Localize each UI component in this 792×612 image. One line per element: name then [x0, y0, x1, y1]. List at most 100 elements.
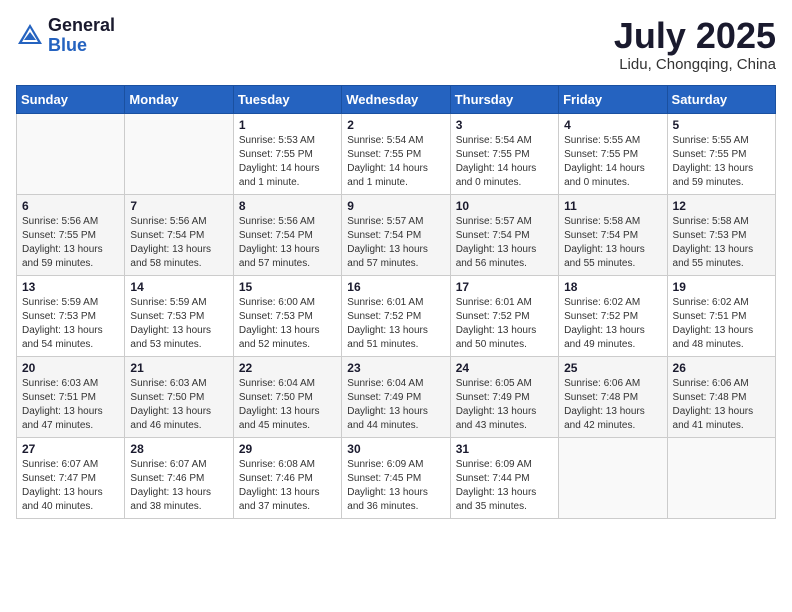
calendar-cell: 7 Sunrise: 5:56 AM Sunset: 7:54 PM Daylig… [125, 194, 233, 275]
weekday-header-wednesday: Wednesday [342, 85, 450, 113]
day-number: 7 [130, 199, 227, 213]
day-info: Sunrise: 5:56 AM Sunset: 7:54 PM Dayligh… [130, 215, 227, 271]
location-text: Lidu, Chongqing, China [614, 56, 776, 73]
day-info: Sunrise: 6:03 AM Sunset: 7:51 PM Dayligh… [22, 377, 119, 433]
week-row-3: 13 Sunrise: 5:59 AM Sunset: 7:53 PM Dayli… [17, 275, 776, 356]
month-title: July 2025 [614, 16, 776, 56]
weekday-header-monday: Monday [125, 85, 233, 113]
day-info: Sunrise: 6:04 AM Sunset: 7:49 PM Dayligh… [347, 377, 444, 433]
calendar-cell: 30 Sunrise: 6:09 AM Sunset: 7:45 PM Dayli… [342, 437, 450, 518]
calendar-cell: 28 Sunrise: 6:07 AM Sunset: 7:46 PM Dayli… [125, 437, 233, 518]
calendar-cell: 16Sunrise: 6:01 AM Sunset: 7:52 PM Dayli… [342, 275, 450, 356]
calendar-body: 1 Sunrise: 5:53 AM Sunset: 7:55 PM Daylig… [17, 113, 776, 518]
day-info: Sunrise: 6:04 AM Sunset: 7:50 PM Dayligh… [239, 377, 336, 433]
calendar-header: SundayMondayTuesdayWednesdayThursdayFrid… [17, 85, 776, 113]
day-number: 5 [673, 118, 770, 132]
weekday-header-saturday: Saturday [667, 85, 775, 113]
day-number: 30 [347, 442, 444, 456]
day-info: Sunrise: 6:07 AM Sunset: 7:46 PM Dayligh… [130, 458, 227, 514]
weekday-header-sunday: Sunday [17, 85, 125, 113]
day-number: 21 [130, 361, 227, 375]
day-info: Sunrise: 5:56 AM Sunset: 7:54 PM Dayligh… [239, 215, 336, 271]
day-info: Sunrise: 6:09 AM Sunset: 7:44 PM Dayligh… [456, 458, 553, 514]
day-info: Sunrise: 5:59 AM Sunset: 7:53 PM Dayligh… [22, 296, 119, 352]
day-number: 13 [22, 280, 119, 294]
calendar-cell: 13 Sunrise: 5:59 AM Sunset: 7:53 PM Dayli… [17, 275, 125, 356]
calendar-cell: 5 Sunrise: 5:55 AM Sunset: 7:55 PM Daylig… [667, 113, 775, 194]
day-number: 20 [22, 361, 119, 375]
day-number: 19 [673, 280, 770, 294]
day-number: 11 [564, 199, 661, 213]
calendar-cell: 14 Sunrise: 5:59 AM Sunset: 7:53 PM Dayli… [125, 275, 233, 356]
calendar-cell: 20 Sunrise: 6:03 AM Sunset: 7:51 PM Dayli… [17, 356, 125, 437]
day-info: Sunrise: 6:08 AM Sunset: 7:46 PM Dayligh… [239, 458, 336, 514]
day-number: 1 [239, 118, 336, 132]
calendar-cell: 4Sunrise: 5:55 AM Sunset: 7:55 PM Daylig… [559, 113, 667, 194]
calendar-cell: 27 Sunrise: 6:07 AM Sunset: 7:47 PM Dayli… [17, 437, 125, 518]
day-info: Sunrise: 6:03 AM Sunset: 7:50 PM Dayligh… [130, 377, 227, 433]
week-row-4: 20 Sunrise: 6:03 AM Sunset: 7:51 PM Dayli… [17, 356, 776, 437]
calendar-table: SundayMondayTuesdayWednesdayThursdayFrid… [16, 85, 776, 519]
logo-text: General Blue [48, 16, 115, 56]
day-number: 27 [22, 442, 119, 456]
day-info: Sunrise: 6:09 AM Sunset: 7:45 PM Dayligh… [347, 458, 444, 514]
week-row-5: 27 Sunrise: 6:07 AM Sunset: 7:47 PM Dayli… [17, 437, 776, 518]
weekday-header-thursday: Thursday [450, 85, 558, 113]
day-info: Sunrise: 6:06 AM Sunset: 7:48 PM Dayligh… [564, 377, 661, 433]
day-number: 28 [130, 442, 227, 456]
calendar-cell: 10 Sunrise: 5:57 AM Sunset: 7:54 PM Dayli… [450, 194, 558, 275]
day-info: Sunrise: 5:54 AM Sunset: 7:55 PM Dayligh… [456, 134, 553, 190]
day-number: 10 [456, 199, 553, 213]
logo: General Blue [16, 16, 115, 56]
day-info: Sunrise: 5:54 AM Sunset: 7:55 PM Dayligh… [347, 134, 444, 190]
day-info: Sunrise: 6:07 AM Sunset: 7:47 PM Dayligh… [22, 458, 119, 514]
calendar-cell: 8 Sunrise: 5:56 AM Sunset: 7:54 PM Daylig… [233, 194, 341, 275]
weekday-header-tuesday: Tuesday [233, 85, 341, 113]
day-number: 22 [239, 361, 336, 375]
calendar-cell: 22 Sunrise: 6:04 AM Sunset: 7:50 PM Dayli… [233, 356, 341, 437]
day-number: 31 [456, 442, 553, 456]
day-info: Sunrise: 5:55 AM Sunset: 7:55 PM Dayligh… [673, 134, 770, 190]
day-number: 3 [456, 118, 553, 132]
day-info: Sunrise: 5:57 AM Sunset: 7:54 PM Dayligh… [347, 215, 444, 271]
day-info: Sunrise: 5:59 AM Sunset: 7:53 PM Dayligh… [130, 296, 227, 352]
calendar-cell: 25 Sunrise: 6:06 AM Sunset: 7:48 PM Dayli… [559, 356, 667, 437]
day-number: 14 [130, 280, 227, 294]
day-number: 6 [22, 199, 119, 213]
calendar-cell [125, 113, 233, 194]
day-info: Sunrise: 5:56 AM Sunset: 7:55 PM Dayligh… [22, 215, 119, 271]
calendar-cell: 1 Sunrise: 5:53 AM Sunset: 7:55 PM Daylig… [233, 113, 341, 194]
calendar-cell: 17Sunrise: 6:01 AM Sunset: 7:52 PM Dayli… [450, 275, 558, 356]
day-number: 29 [239, 442, 336, 456]
calendar-cell: 19 Sunrise: 6:02 AM Sunset: 7:51 PM Dayli… [667, 275, 775, 356]
page-header: General Blue July 2025 Lidu, Chongqing, … [16, 16, 776, 73]
day-info: Sunrise: 5:57 AM Sunset: 7:54 PM Dayligh… [456, 215, 553, 271]
week-row-2: 6 Sunrise: 5:56 AM Sunset: 7:55 PM Daylig… [17, 194, 776, 275]
weekday-header-friday: Friday [559, 85, 667, 113]
day-number: 23 [347, 361, 444, 375]
calendar-cell: 11 Sunrise: 5:58 AM Sunset: 7:54 PM Dayli… [559, 194, 667, 275]
day-number: 15 [239, 280, 336, 294]
logo-general-text: General [48, 16, 115, 36]
day-number: 2 [347, 118, 444, 132]
day-info: Sunrise: 5:58 AM Sunset: 7:53 PM Dayligh… [673, 215, 770, 271]
day-number: 26 [673, 361, 770, 375]
calendar-cell [559, 437, 667, 518]
calendar-cell: 18Sunrise: 6:02 AM Sunset: 7:52 PM Dayli… [559, 275, 667, 356]
day-number: 9 [347, 199, 444, 213]
day-info: Sunrise: 6:05 AM Sunset: 7:49 PM Dayligh… [456, 377, 553, 433]
calendar-cell [667, 437, 775, 518]
calendar-cell: 12 Sunrise: 5:58 AM Sunset: 7:53 PM Dayli… [667, 194, 775, 275]
logo-icon [16, 22, 44, 50]
day-number: 8 [239, 199, 336, 213]
day-number: 18 [564, 280, 661, 294]
day-info: Sunrise: 5:53 AM Sunset: 7:55 PM Dayligh… [239, 134, 336, 190]
calendar-cell: 21 Sunrise: 6:03 AM Sunset: 7:50 PM Dayli… [125, 356, 233, 437]
calendar-cell: 23 Sunrise: 6:04 AM Sunset: 7:49 PM Dayli… [342, 356, 450, 437]
calendar-cell: 15Sunrise: 6:00 AM Sunset: 7:53 PM Dayli… [233, 275, 341, 356]
day-info: Sunrise: 6:02 AM Sunset: 7:51 PM Dayligh… [673, 296, 770, 352]
day-number: 12 [673, 199, 770, 213]
calendar-cell: 31 Sunrise: 6:09 AM Sunset: 7:44 PM Dayli… [450, 437, 558, 518]
day-info: Sunrise: 5:58 AM Sunset: 7:54 PM Dayligh… [564, 215, 661, 271]
day-number: 25 [564, 361, 661, 375]
